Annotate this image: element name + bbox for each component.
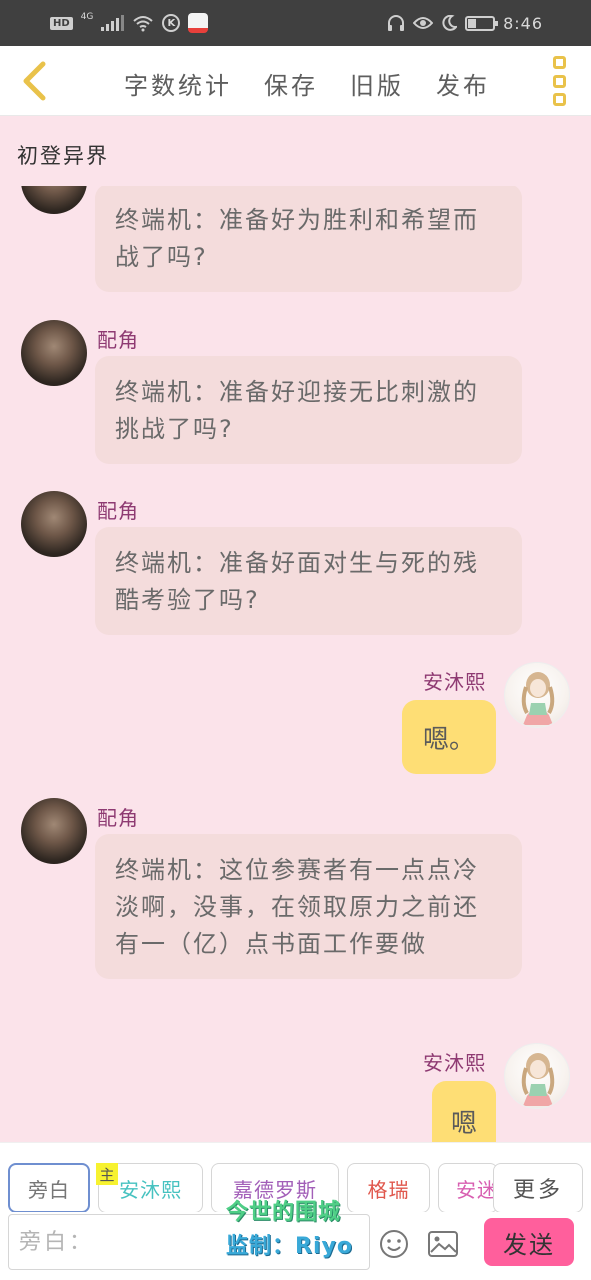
speaker-name: 配角	[97, 499, 139, 523]
hd-badge: HD	[50, 16, 73, 30]
avatar[interactable]	[21, 186, 87, 214]
message-bubble[interactable]: 终端机：准备好面对生与死的残酷考验了吗?	[95, 527, 522, 635]
role-jiadeluosi[interactable]: 嘉德罗斯	[211, 1163, 339, 1213]
toolbar-actions: 字数统计 保存 旧版 发布	[124, 66, 490, 101]
editor-toolbar: 字数统计 保存 旧版 发布	[0, 46, 591, 116]
message-bubble[interactable]: 嗯。	[402, 700, 496, 774]
network-type: 4G	[80, 12, 94, 22]
speaker-name: 配角	[97, 328, 139, 352]
message-left: 配角 终端机：准备好迎接无比刺激的挑战了吗?	[0, 320, 591, 470]
old-version-button[interactable]: 旧版	[350, 66, 404, 101]
role-gerui[interactable]: 格瑞	[347, 1163, 430, 1213]
status-right: 8:46	[387, 12, 543, 34]
more-vertical-icon[interactable]	[551, 56, 567, 106]
message-left: 配角 终端机：这位参赛者有一点点冷淡啊，没事，在领取原力之前还有一（亿）点书面工…	[0, 798, 591, 1023]
girl-avatar-illustration	[521, 1053, 555, 1106]
battery-icon	[465, 15, 499, 31]
message-bubble[interactable]: 嗯	[432, 1081, 496, 1142]
more-roles-label: 更多	[512, 1178, 563, 1203]
main-role-badge: 主	[96, 1163, 118, 1185]
smiley-icon	[380, 1230, 408, 1258]
role-label: 安迷	[456, 1177, 498, 1202]
eye-icon	[413, 17, 434, 29]
chevron-left-icon	[23, 61, 46, 101]
avatar[interactable]	[21, 320, 87, 386]
status-left: HD 4G K	[50, 12, 209, 34]
speaker-name: 安沐熙	[423, 670, 486, 694]
image-icon	[428, 1231, 458, 1257]
role-an-mi[interactable]: 安迷	[438, 1163, 498, 1213]
status-bar: HD 4G K 8:46	[0, 0, 591, 46]
role-label: 嘉德罗斯	[233, 1177, 317, 1202]
role-label: 格瑞	[367, 1177, 410, 1202]
back-button[interactable]	[12, 58, 56, 104]
message-right: 安沐熙 嗯。	[0, 662, 591, 782]
input-bar: 发送	[0, 1212, 591, 1280]
send-button[interactable]: 发送	[484, 1218, 574, 1266]
chapter-title: 初登异界	[17, 144, 109, 168]
speaker-name: 安沐熙	[423, 1051, 486, 1075]
emoji-button[interactable]	[378, 1228, 410, 1260]
avatar[interactable]	[21, 491, 87, 557]
message-bubble[interactable]: 终端机：准备好迎接无比刺激的挑战了吗?	[95, 356, 522, 464]
role-narrator[interactable]: 旁白	[8, 1163, 90, 1213]
role-label: 旁白	[28, 1177, 70, 1202]
message-input[interactable]	[8, 1214, 370, 1270]
moon-icon	[442, 15, 458, 31]
message-bubble[interactable]: 终端机：这位参赛者有一点点冷淡啊，没事，在领取原力之前还有一（亿）点书面工作要做	[95, 834, 522, 979]
girl-avatar-illustration	[521, 672, 555, 725]
wifi-icon	[133, 16, 154, 32]
status-time: 8:46	[503, 13, 543, 33]
news-app-icon	[188, 13, 209, 33]
message-left: 配角 终端机：准备好面对生与死的残酷考验了吗?	[0, 491, 591, 641]
chat-area[interactable]: 终端机：准备好为胜利和希望而战了吗? 配角 终端机：准备好迎接无比刺激的挑战了吗…	[0, 186, 591, 1142]
message-left: 终端机：准备好为胜利和希望而战了吗?	[0, 186, 591, 296]
send-label: 发送	[503, 1230, 555, 1259]
role-selector: 旁白 安沐熙 主 嘉德罗斯 格瑞 安迷 更多	[0, 1142, 591, 1213]
image-button[interactable]	[427, 1228, 459, 1260]
word-count-button[interactable]: 字数统计	[124, 66, 232, 101]
save-button[interactable]: 保存	[264, 66, 318, 101]
message-right: 安沐熙 嗯	[0, 1043, 591, 1142]
avatar[interactable]	[504, 662, 570, 728]
battery-level	[468, 18, 476, 28]
role-label: 安沐熙	[119, 1177, 182, 1202]
speaker-name: 配角	[97, 806, 139, 830]
publish-button[interactable]: 发布	[436, 66, 490, 101]
more-roles-button[interactable]: 更多	[493, 1163, 583, 1213]
message-bubble[interactable]: 终端机：准备好为胜利和希望而战了吗?	[95, 186, 522, 292]
k-app-icon: K	[162, 14, 181, 32]
signal-icon	[101, 15, 125, 31]
avatar[interactable]	[504, 1043, 570, 1109]
headphones-icon	[388, 15, 405, 31]
avatar[interactable]	[21, 798, 87, 864]
